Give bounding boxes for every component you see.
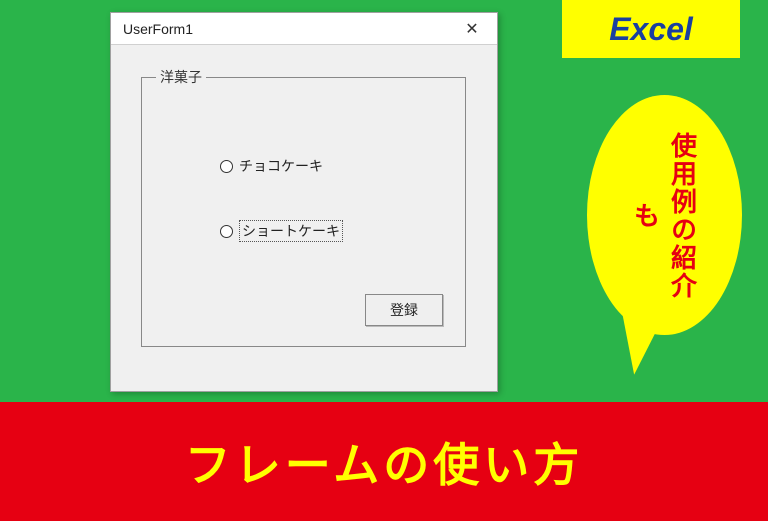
- speech-bubble: 使用例の紹介も: [587, 95, 742, 375]
- radio-label-2: ショートケーキ: [239, 220, 343, 242]
- radio-label-1: チョコケーキ: [239, 156, 323, 176]
- excel-badge-text: Excel: [609, 11, 693, 48]
- frame-legend: 洋菓子: [156, 67, 206, 87]
- red-banner: フレームの使い方: [0, 402, 768, 521]
- close-icon[interactable]: ✕: [457, 19, 487, 39]
- window-title: UserForm1: [123, 21, 193, 37]
- radio-icon: [220, 160, 233, 173]
- submit-button[interactable]: 登録: [365, 294, 443, 326]
- submit-button-label: 登録: [390, 300, 418, 320]
- frame-group: 洋菓子 チョコケーキ ショートケーキ 登録: [141, 77, 466, 347]
- userform-body: 洋菓子 チョコケーキ ショートケーキ 登録: [111, 45, 497, 393]
- userform-window: UserForm1 ✕ 洋菓子 チョコケーキ ショートケーキ 登録: [110, 12, 498, 392]
- bubble-text: 使用例の紹介も: [587, 127, 742, 305]
- banner-text: フレームの使い方: [185, 429, 584, 495]
- radio-icon: [220, 225, 233, 238]
- userform-titlebar: UserForm1 ✕: [111, 13, 497, 45]
- radio-option-2[interactable]: ショートケーキ: [220, 220, 343, 242]
- excel-badge: Excel: [562, 0, 740, 58]
- radio-option-1[interactable]: チョコケーキ: [220, 156, 323, 176]
